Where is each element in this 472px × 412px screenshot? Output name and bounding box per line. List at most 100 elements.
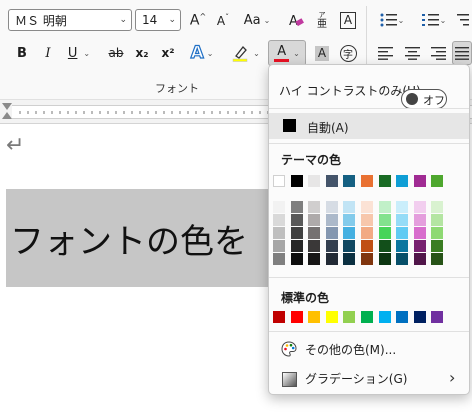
phonetic-guide-button[interactable]: ア 亜: [310, 8, 334, 32]
standard-color-swatch[interactable]: [343, 311, 356, 323]
theme-shade-swatch[interactable]: [308, 240, 321, 252]
theme-shade-swatch[interactable]: [396, 214, 409, 226]
more-colors-item[interactable]: その他の色(M)...: [269, 337, 469, 361]
theme-shade-swatch[interactable]: [361, 253, 373, 265]
theme-color-swatch[interactable]: [290, 175, 303, 187]
theme-shade-swatch[interactable]: [431, 214, 444, 226]
theme-shade-swatch[interactable]: [290, 227, 303, 239]
align-left-button[interactable]: [374, 41, 398, 65]
theme-shade-swatch[interactable]: [378, 227, 391, 239]
underline-button[interactable]: U ⌄: [62, 41, 96, 65]
theme-shade-swatch[interactable]: [343, 201, 356, 213]
theme-shade-swatch[interactable]: [273, 214, 285, 226]
theme-shade-swatch[interactable]: [308, 253, 321, 265]
theme-shade-swatch[interactable]: [308, 227, 321, 239]
grow-font-button[interactable]: A^: [186, 8, 210, 32]
subscript-button[interactable]: x₂: [130, 41, 154, 65]
align-center-button[interactable]: [401, 41, 425, 65]
superscript-button[interactable]: x²: [156, 41, 180, 65]
theme-shade-swatch[interactable]: [343, 227, 356, 239]
theme-shade-swatch[interactable]: [361, 240, 373, 252]
theme-shade-swatch[interactable]: [325, 227, 338, 239]
gradient-item[interactable]: グラデーション(G) ›: [269, 367, 469, 391]
theme-shade-swatch[interactable]: [273, 201, 285, 213]
theme-shade-swatch[interactable]: [273, 240, 285, 252]
theme-shade-swatch[interactable]: [361, 201, 373, 213]
indent-marker-icon[interactable]: [2, 112, 12, 119]
theme-shade-swatch[interactable]: [431, 240, 444, 252]
standard-color-swatch[interactable]: [378, 311, 391, 323]
theme-shade-swatch[interactable]: [413, 214, 426, 226]
high-contrast-toggle[interactable]: オフ: [401, 89, 447, 109]
multilevel-list-button[interactable]: [456, 8, 472, 32]
theme-shade-swatch[interactable]: [378, 201, 391, 213]
highlight-button[interactable]: ⌄: [228, 41, 264, 65]
theme-color-swatch[interactable]: [343, 175, 356, 187]
theme-shade-swatch[interactable]: [361, 214, 373, 226]
align-right-button[interactable]: [427, 41, 451, 65]
theme-color-swatch[interactable]: [273, 175, 285, 187]
font-size-combo[interactable]: 14 ⌄: [135, 9, 181, 31]
theme-shade-swatch[interactable]: [273, 253, 285, 265]
auto-color-item[interactable]: 自動(A): [269, 113, 469, 139]
clear-formatting-button[interactable]: A: [284, 8, 308, 32]
italic-button[interactable]: I: [36, 41, 60, 65]
theme-shade-swatch[interactable]: [290, 201, 303, 213]
character-border-button[interactable]: A: [336, 8, 360, 32]
character-shading-button[interactable]: A: [310, 41, 334, 65]
shrink-font-button[interactable]: Aˇ: [211, 8, 235, 32]
theme-shade-swatch[interactable]: [413, 201, 426, 213]
bold-button[interactable]: B: [10, 41, 34, 65]
theme-color-swatch[interactable]: [431, 175, 444, 187]
standard-color-swatch[interactable]: [325, 311, 338, 323]
enclose-characters-button[interactable]: 字: [336, 41, 360, 65]
theme-shade-swatch[interactable]: [431, 253, 444, 265]
theme-shade-swatch[interactable]: [378, 253, 391, 265]
theme-shade-swatch[interactable]: [308, 201, 321, 213]
theme-shade-swatch[interactable]: [325, 253, 338, 265]
theme-shade-swatch[interactable]: [396, 201, 409, 213]
change-case-button[interactable]: Aa ⌄: [240, 8, 274, 32]
theme-shade-swatch[interactable]: [343, 253, 356, 265]
theme-shade-swatch[interactable]: [308, 214, 321, 226]
indent-marker-icon[interactable]: [2, 103, 12, 110]
theme-shade-swatch[interactable]: [273, 227, 285, 239]
document-text[interactable]: フォントの色を: [10, 214, 248, 263]
theme-color-swatch[interactable]: [378, 175, 391, 187]
theme-color-swatch[interactable]: [308, 175, 321, 187]
theme-shade-swatch[interactable]: [378, 240, 391, 252]
standard-color-swatch[interactable]: [361, 311, 373, 323]
strikethrough-button[interactable]: ab: [104, 41, 128, 65]
font-color-button[interactable]: A ⌄: [268, 40, 306, 66]
theme-shade-swatch[interactable]: [325, 214, 338, 226]
theme-shade-swatch[interactable]: [325, 201, 338, 213]
theme-shade-swatch[interactable]: [290, 240, 303, 252]
theme-color-swatch[interactable]: [396, 175, 409, 187]
standard-color-swatch[interactable]: [308, 311, 321, 323]
theme-color-swatch[interactable]: [361, 175, 373, 187]
theme-shade-swatch[interactable]: [343, 240, 356, 252]
theme-shade-swatch[interactable]: [413, 227, 426, 239]
theme-shade-swatch[interactable]: [396, 240, 409, 252]
standard-color-swatch[interactable]: [431, 311, 444, 323]
standard-color-swatch[interactable]: [396, 311, 409, 323]
theme-shade-swatch[interactable]: [431, 201, 444, 213]
theme-shade-swatch[interactable]: [343, 214, 356, 226]
standard-color-swatch[interactable]: [273, 311, 285, 323]
text-effects-button[interactable]: A ⌄: [185, 41, 219, 65]
standard-color-swatch[interactable]: [413, 311, 426, 323]
justify-button[interactable]: [452, 41, 472, 65]
theme-shade-swatch[interactable]: [396, 227, 409, 239]
font-name-combo[interactable]: ＭＳ 明朝 ⌄: [8, 9, 132, 31]
theme-shade-swatch[interactable]: [290, 214, 303, 226]
theme-shade-swatch[interactable]: [378, 214, 391, 226]
bullets-button[interactable]: ⌄: [374, 8, 410, 32]
theme-shade-swatch[interactable]: [413, 253, 426, 265]
theme-shade-swatch[interactable]: [431, 227, 444, 239]
high-contrast-row[interactable]: ハイ コントラストのみ(H) オフ: [269, 75, 469, 109]
theme-shade-swatch[interactable]: [290, 253, 303, 265]
theme-shade-swatch[interactable]: [325, 240, 338, 252]
theme-shade-swatch[interactable]: [396, 253, 409, 265]
numbering-button[interactable]: ⌄: [416, 8, 452, 32]
theme-color-swatch[interactable]: [325, 175, 338, 187]
